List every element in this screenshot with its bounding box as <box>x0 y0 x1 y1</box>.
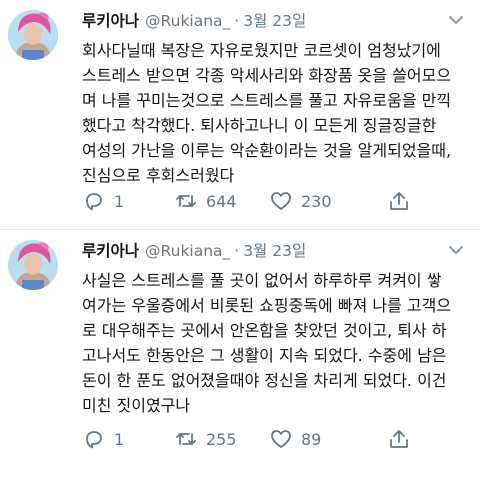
user-handle[interactable]: @Rukiana_ <box>145 242 230 260</box>
like-button[interactable]: 230 <box>269 188 332 214</box>
tweet-text-line: 진심으로 후회스러웠다 <box>82 166 235 185</box>
tweet-text-line: 고나서도 한동안은 그 생활이 지속 되었다. 수중에 남은 <box>82 346 447 365</box>
user-handle[interactable]: @Rukiana_ <box>145 12 230 30</box>
like-button[interactable]: 89 <box>269 426 321 452</box>
reply-icon <box>86 193 102 211</box>
avatar[interactable] <box>8 10 58 60</box>
like-count: 89 <box>301 429 322 449</box>
like-icon <box>271 192 291 210</box>
share-button[interactable] <box>387 426 411 452</box>
share-button[interactable] <box>387 188 411 214</box>
tweet-text-line: 여가는 우울증에서 비롯된 쇼핑중독에 빠져 나를 고객으 <box>82 296 452 315</box>
retweet-button[interactable]: 644 <box>174 188 237 214</box>
tweet-text-line: 로 대우해주는 곳에서 안온함을 찾았던 것이고, 퇴사 하 <box>82 321 447 340</box>
tweet-text-line: 사실은 스트레스를 풀 곳이 없어서 하루하루 켜켜이 쌓 <box>82 271 442 290</box>
reply-button[interactable]: 1 <box>82 188 124 214</box>
retweet-icon <box>176 195 196 207</box>
tweet[interactable]: 루키아나 @Rukiana_ · 3월 23일 사실은 스트레스를 풀 곳이 없어서 … <box>0 230 480 478</box>
reply-count: 1 <box>114 191 125 211</box>
reply-button[interactable]: 1 <box>82 426 124 452</box>
chevron-down-icon[interactable] <box>446 240 466 260</box>
reply-count: 1 <box>114 429 125 449</box>
reply-icon <box>86 431 102 449</box>
display-name[interactable]: 루키아나 <box>82 242 139 260</box>
retweet-count: 255 <box>206 429 237 449</box>
tweet-text-line: 회사다닐때 복장은 자유로웠지만 코르셋이 엄청났기에 <box>82 41 441 60</box>
tweet-header: 루키아나 @Rukiana_ · 3월 23일 <box>82 10 306 32</box>
tweet-text-line: 했다고 착각했다. 퇴사하고나니 이 모든게 징글징글한 <box>82 116 437 135</box>
chevron-down-icon[interactable] <box>446 10 466 30</box>
tweet-text-line: 미친 짓이였구나 <box>82 396 191 415</box>
tweet-header: 루키아나 @Rukiana_ · 3월 23일 <box>82 240 306 262</box>
tweet-text: 사실은 스트레스를 풀 곳이 없어서 하루하루 켜켜이 쌓 여가는 우울증에서 … <box>82 268 472 418</box>
tweet-timestamp[interactable]: 3월 23일 <box>243 12 306 30</box>
tweet-text-line: 여성의 가난을 이루는 악순환이라는 것을 알게되었을때, <box>82 141 452 160</box>
retweet-icon <box>176 433 196 445</box>
tweet-actions: 1 644 230 <box>82 188 472 214</box>
tweet-text: 회사다닐때 복장은 자유로웠지만 코르셋이 엄청났기에 스트레스 받으면 각종 … <box>82 38 472 188</box>
separator-dot: · <box>234 12 240 30</box>
display-name[interactable]: 루키아나 <box>82 12 139 30</box>
share-icon <box>390 430 408 448</box>
retweet-button[interactable]: 255 <box>174 426 237 452</box>
tweet-text-line: 돈이 한 푼도 없어졌을때야 정신을 차리게 되었다. 이건 <box>82 371 447 390</box>
separator-dot: · <box>234 242 240 260</box>
like-icon <box>271 430 291 448</box>
avatar[interactable] <box>8 240 58 290</box>
tweet[interactable]: 루키아나 @Rukiana_ · 3월 23일 회사다닐때 복장은 자유로웠지만 코르… <box>0 0 480 229</box>
retweet-count: 644 <box>206 191 237 211</box>
like-count: 230 <box>301 191 332 211</box>
tweet-actions: 1 255 89 <box>82 426 472 452</box>
tweet-text-line: 스트레스 받으면 각종 악세사리와 화장품 옷을 쓸어모으 <box>82 66 452 85</box>
tweet-timestamp[interactable]: 3월 23일 <box>243 242 306 260</box>
tweet-text-line: 며 나를 꾸미는것으로 스트레스를 풀고 자유로움을 만끽 <box>82 91 452 110</box>
share-icon <box>390 192 408 210</box>
